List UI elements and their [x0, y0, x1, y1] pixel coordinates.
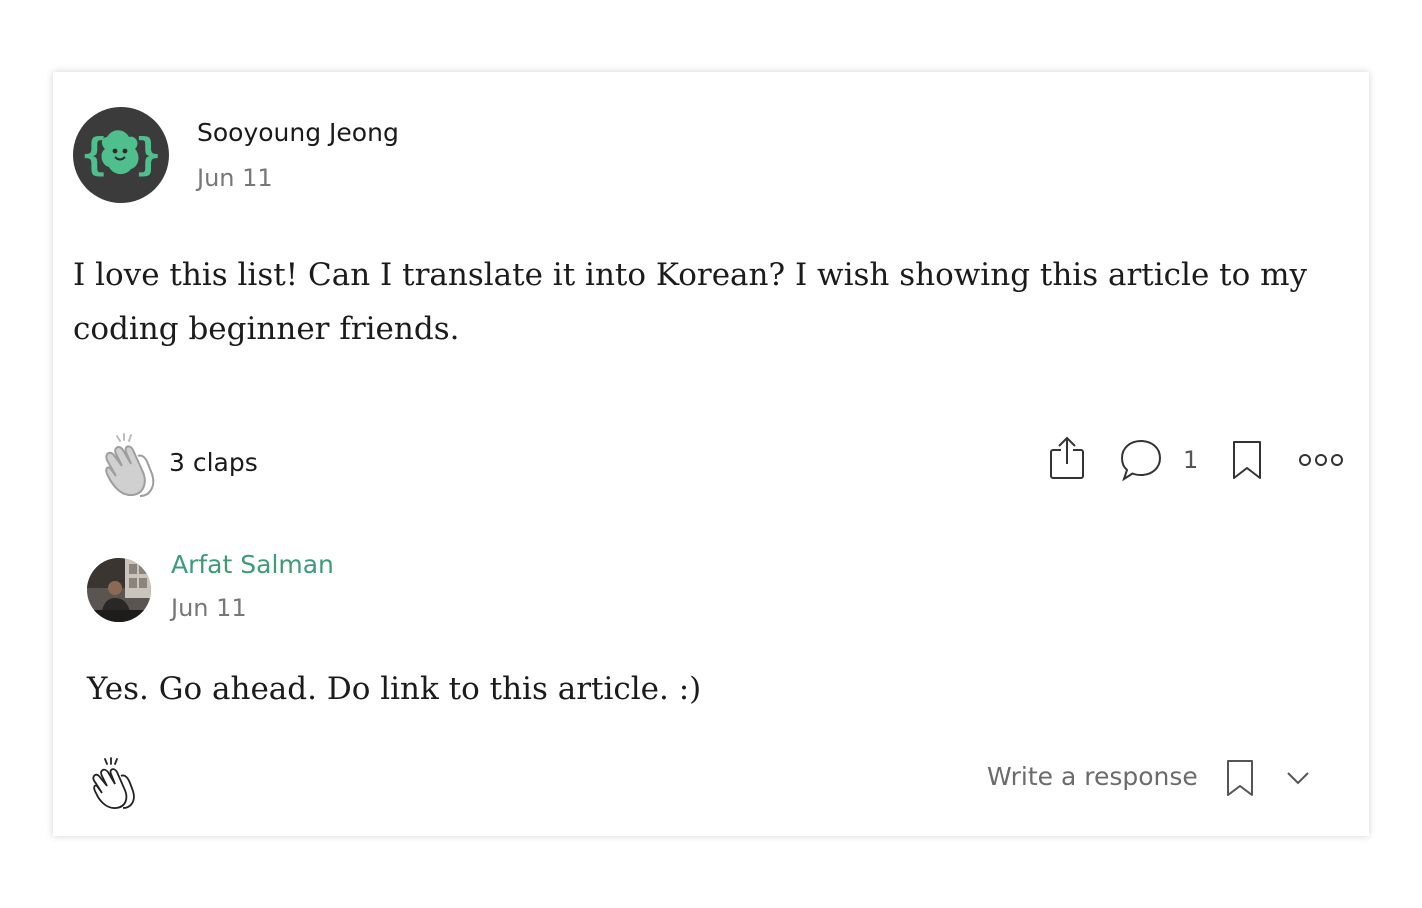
reply-author-name[interactable]: Arfat Salman	[171, 550, 334, 579]
response-body: I love this list! Can I translate it int…	[73, 257, 1308, 347]
write-response-link[interactable]: Write a response	[987, 762, 1198, 791]
author-avatar[interactable]: { }	[73, 107, 169, 203]
claps-count[interactable]: 3 claps	[169, 448, 258, 477]
bookmark-icon[interactable]	[1225, 758, 1255, 798]
chevron-down-icon[interactable]	[1285, 768, 1311, 788]
reply-body: Yes. Go ahead. Do link to this article. …	[87, 671, 702, 707]
responses-count[interactable]: 1	[1183, 446, 1198, 474]
clap-icon[interactable]	[87, 756, 139, 810]
svg-text:}: }	[135, 129, 162, 180]
more-options-icon[interactable]	[1298, 450, 1344, 470]
response-date[interactable]: Jun 11	[197, 164, 273, 192]
reply-date[interactable]: Jun 11	[171, 594, 247, 622]
reply-author-avatar[interactable]	[87, 558, 151, 622]
author-name[interactable]: Sooyoung Jeong	[197, 118, 399, 147]
bookmark-icon[interactable]	[1231, 439, 1263, 481]
share-icon[interactable]	[1047, 434, 1087, 482]
speech-bubble-icon[interactable]	[1119, 438, 1163, 482]
response-card: { } Sooyoung Jeong Jun 11 I love this li…	[53, 72, 1369, 836]
clap-icon[interactable]	[98, 432, 160, 498]
